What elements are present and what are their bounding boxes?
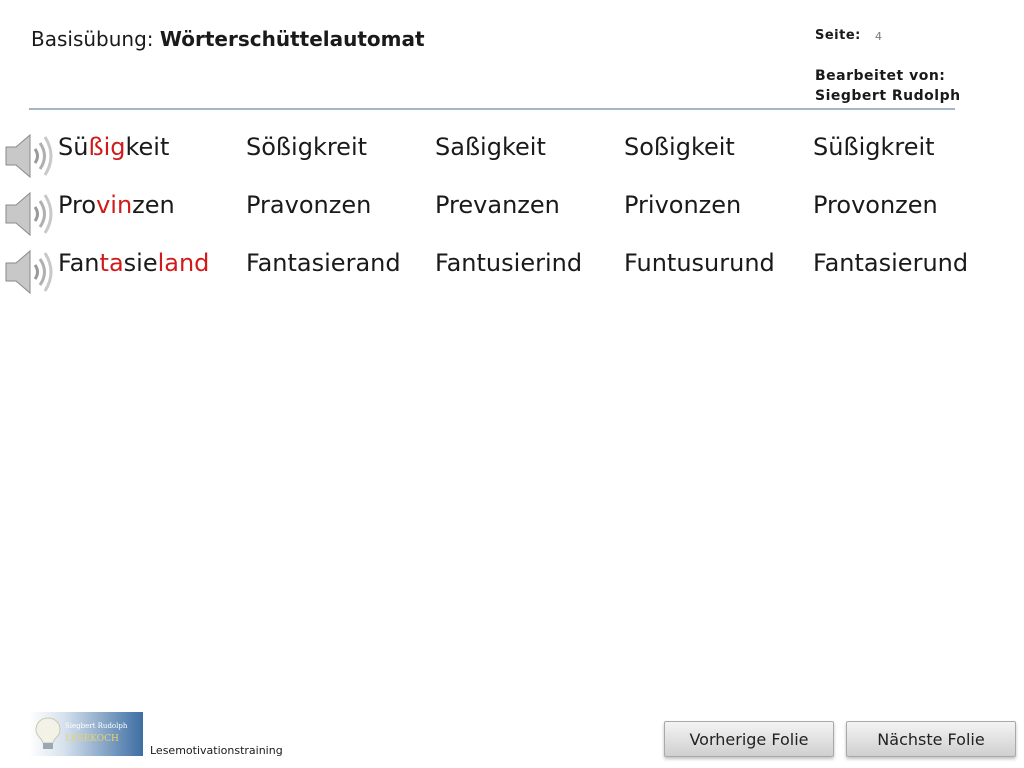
page-indicator: Seite: 4 (815, 28, 882, 43)
distractor-word: Fantasierand (246, 249, 401, 277)
page-title: Basisübung: Wörterschüttelautomat (31, 27, 425, 51)
distractor-word: Provonzen (813, 191, 938, 219)
distractor-word: Pravonzen (246, 191, 372, 219)
page-number: 4 (875, 30, 883, 43)
distractor-word: Fantasierund (813, 249, 969, 277)
speaker-icon[interactable] (2, 245, 58, 299)
syllable: Sü (58, 133, 89, 161)
next-slide-button[interactable]: Nächste Folie (846, 721, 1016, 757)
previous-slide-button[interactable]: Vorherige Folie (664, 721, 834, 757)
target-word: Fantasieland (58, 249, 209, 277)
syllable: Fan (58, 249, 100, 277)
footer-caption: Lesemotivationstraining (150, 744, 283, 757)
header-divider (29, 108, 955, 110)
syllable: sie (123, 249, 158, 277)
editor-label: Bearbeitet von: (815, 68, 946, 84)
syllable: zen (132, 191, 175, 219)
highlighted-syllable: land (157, 249, 210, 277)
highlighted-syllable: ta (99, 249, 124, 277)
distractor-word: Prevanzen (435, 191, 560, 219)
distractor-word: Funtusurund (624, 249, 775, 277)
highlighted-syllable: vin (96, 191, 133, 219)
distractor-word: Fantusierind (435, 249, 583, 277)
distractor-word: Soßigkeit (624, 133, 735, 161)
editor-info: Bearbeitet von: Siegbert Rudolph (815, 66, 961, 106)
lesekoch-logo: Siegbert Rudolph LESEKOCH (29, 712, 143, 756)
distractor-word: Saßigkeit (435, 133, 546, 161)
target-word: Provinzen (58, 191, 175, 219)
syllable: keit (125, 133, 170, 161)
lightbulb-icon (35, 717, 61, 749)
distractor-word: Privonzen (624, 191, 742, 219)
distractor-word: Süßigkreit (813, 133, 935, 161)
title-prefix: Basisübung: (31, 27, 160, 51)
target-word: Süßigkeit (58, 133, 169, 161)
logo-brand: LESEKOCH (65, 734, 119, 744)
distractor-word: Sößigkreit (246, 133, 368, 161)
highlighted-syllable: ßig (88, 133, 126, 161)
editor-name: Siegbert Rudolph (815, 88, 961, 104)
speaker-icon[interactable] (2, 129, 58, 183)
page-label: Seite: (815, 28, 861, 43)
word-row: Süßigkeit Sößigkreit Saßigkeit Soßigkeit Süß… (0, 133, 1024, 183)
title-main: Wörterschüttelautomat (159, 27, 425, 51)
syllable: Pro (58, 191, 97, 219)
word-row: Provinzen Pravonzen Prevanzen Privonzen Prov… (0, 191, 1024, 241)
speaker-icon[interactable] (2, 187, 58, 241)
logo-author: Siegbert Rudolph (65, 722, 128, 730)
word-row: Fantasieland Fantasierand Fantusierind Funt… (0, 249, 1024, 299)
